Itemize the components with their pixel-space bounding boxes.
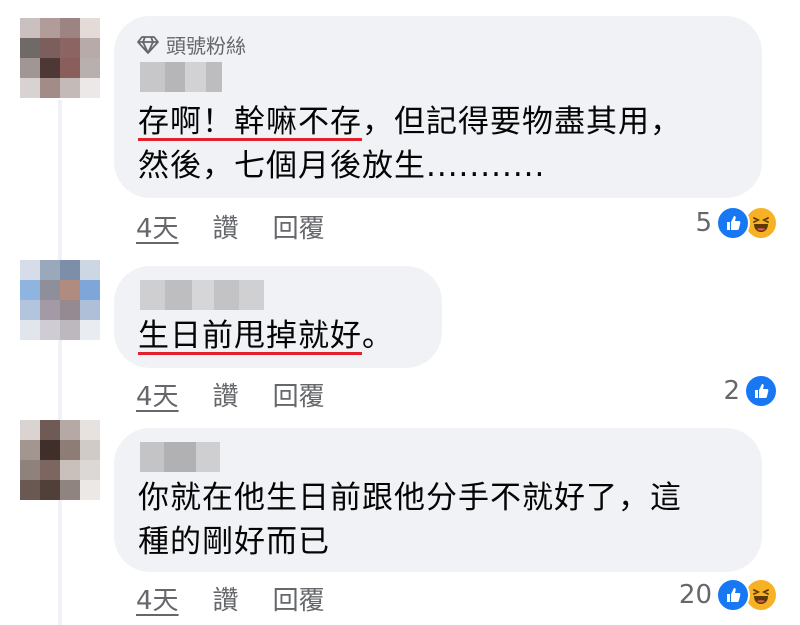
comment-text: 生日前甩掉就好。 — [138, 314, 394, 358]
like-icon — [744, 374, 778, 408]
avatar[interactable] — [20, 420, 100, 500]
avatar[interactable] — [20, 260, 100, 340]
comment-bubble: 你就在他生日前跟他分手不就好了，這 種的剛好而已 — [114, 428, 762, 572]
comment-text-line: 然後，七個月後放生........... — [138, 148, 546, 184]
reaction-count: 20 — [678, 580, 712, 610]
reaction-summary[interactable]: 20 — [679, 578, 778, 612]
like-button[interactable]: 讚 — [213, 580, 239, 617]
comment-text: 你就在他生日前跟他分手不就好了，這 種的剛好而已 — [138, 476, 682, 564]
reply-button[interactable]: 回覆 — [273, 580, 325, 617]
thread-line — [58, 100, 62, 625]
avatar[interactable] — [20, 18, 100, 98]
comment-actions: 4天 讚 回覆 — [136, 580, 325, 617]
reaction-count: 2 — [723, 376, 740, 406]
commenter-name-blurred[interactable] — [140, 280, 264, 310]
timestamp-link[interactable]: 4天 — [136, 208, 179, 245]
reaction-summary[interactable]: 5 — [695, 206, 778, 240]
comment-text-line: 。 — [362, 318, 394, 354]
comment-text-line: 你就在他生日前跟他分手不就好了，這 — [138, 480, 682, 516]
reaction-count: 5 — [695, 208, 712, 238]
underlined-phrase: 存啊！幹嘛不存 — [138, 104, 362, 140]
timestamp-link[interactable]: 4天 — [136, 580, 179, 617]
comment-actions: 4天 讚 回覆 — [136, 208, 325, 245]
reply-button[interactable]: 回覆 — [273, 376, 325, 413]
comment-bubble: 頭號粉絲 存啊！幹嘛不存，但記得要物盡其用， 然後，七個月後放生........… — [114, 16, 762, 198]
like-button[interactable]: 讚 — [213, 376, 239, 413]
comment-actions: 4天 讚 回覆 — [136, 376, 325, 413]
like-button[interactable]: 讚 — [213, 208, 239, 245]
reaction-summary[interactable]: 2 — [723, 374, 778, 408]
comment-text: 存啊！幹嘛不存，但記得要物盡其用， 然後，七個月後放生........... — [138, 100, 682, 188]
reply-button[interactable]: 回覆 — [273, 208, 325, 245]
comment-bubble: 生日前甩掉就好。 — [114, 266, 442, 368]
commenter-name-blurred[interactable] — [140, 62, 222, 92]
comment-text-line: ，但記得要物盡其用， — [362, 104, 682, 140]
like-icon — [716, 206, 750, 240]
diamond-icon — [137, 35, 159, 54]
badge-label: 頭號粉絲 — [166, 34, 246, 58]
timestamp-link[interactable]: 4天 — [136, 376, 179, 413]
underlined-phrase: 生日前甩掉就好 — [138, 318, 362, 354]
like-icon — [716, 578, 750, 612]
comment-text-line: 種的剛好而已 — [138, 524, 330, 560]
commenter-name-blurred[interactable] — [140, 442, 220, 472]
top-fan-badge[interactable]: 頭號粉絲 — [136, 30, 246, 59]
